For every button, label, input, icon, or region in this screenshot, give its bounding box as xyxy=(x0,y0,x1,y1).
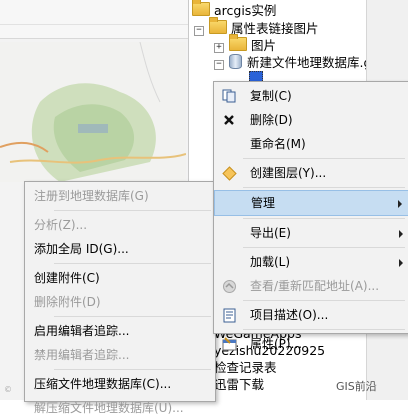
menu-item-register-geodatabase[interactable]: 注册到地理数据库(G) xyxy=(25,184,215,208)
menu-item-label: 复制(C) xyxy=(250,89,292,103)
tree-item-subfolder-label: 图片 xyxy=(251,38,277,53)
geocode-icon xyxy=(221,278,237,294)
properties-icon xyxy=(221,336,237,352)
menu-item-label: 分析(Z)... xyxy=(34,218,88,232)
menu-item-label: 添加全局 ID(G)... xyxy=(34,242,129,256)
submenu-arrow-icon xyxy=(399,230,403,238)
toolbar-divider xyxy=(0,24,188,25)
folder-icon xyxy=(229,34,247,51)
menu-separator xyxy=(243,158,405,159)
submenu-arrow-icon xyxy=(399,259,403,267)
menu-separator xyxy=(54,263,211,264)
menu-item-create-layer[interactable]: 创建图层(Y)... xyxy=(214,161,408,185)
delete-x-icon xyxy=(221,112,237,128)
menu-separator xyxy=(243,218,405,219)
menu-item-label: 删除(D) xyxy=(250,113,293,127)
menu-separator xyxy=(243,187,405,188)
copy-icon xyxy=(221,88,237,104)
menu-separator xyxy=(54,369,211,370)
menu-item-label: 项目描述(O)... xyxy=(250,308,329,322)
menu-item-load[interactable]: 加载(L) xyxy=(214,250,408,274)
tree-item-root-label: arcgis实例 xyxy=(214,3,277,18)
tree-item-root[interactable]: arcgis实例 xyxy=(192,0,277,19)
folder-icon xyxy=(209,17,227,34)
menu-separator xyxy=(243,329,405,330)
menu-item-label: 删除附件(D) xyxy=(34,295,101,309)
menu-item-label: 创建附件(C) xyxy=(34,271,100,285)
description-icon xyxy=(221,307,237,323)
menu-item-copy[interactable]: 复制(C) xyxy=(214,84,408,108)
tree-item-child-folder-label: 属性表链接图片 xyxy=(231,21,319,36)
menu-item-label: 注册到地理数据库(G) xyxy=(34,189,149,203)
menu-item-disable-editor-tracking[interactable]: 禁用编辑者追踪... xyxy=(25,343,215,367)
menu-item-delete[interactable]: 删除(D) xyxy=(214,108,408,132)
expand-icon[interactable]: + xyxy=(214,43,224,53)
map-toolbar-area xyxy=(0,0,188,39)
menu-item-rematch-addresses[interactable]: 查看/重新匹配地址(A)... xyxy=(214,274,408,298)
menu-separator xyxy=(243,247,405,248)
menu-item-create-attachments[interactable]: 创建附件(C) xyxy=(25,266,215,290)
manage-submenu: 注册到地理数据库(G) 分析(Z)... 添加全局 ID(G)... 创建附件(… xyxy=(24,181,216,415)
menu-item-label: 查看/重新匹配地址(A)... xyxy=(250,279,380,293)
menu-item-add-global-id[interactable]: 添加全局 ID(G)... xyxy=(25,237,215,261)
menu-separator xyxy=(243,300,405,301)
geodatabase-icon xyxy=(229,54,242,69)
menu-separator xyxy=(54,210,211,211)
tree-item-child-folder[interactable]: − 属性表链接图片 xyxy=(194,17,319,37)
menu-item-rename[interactable]: 重命名(M) xyxy=(214,132,408,156)
menu-item-label: 启用编辑者追踪... xyxy=(34,324,130,338)
map-canvas[interactable] xyxy=(0,42,186,182)
menu-item-delete-attachments[interactable]: 删除附件(D) xyxy=(25,290,215,314)
menu-item-enable-editor-tracking[interactable]: 启用编辑者追踪... xyxy=(25,319,215,343)
menu-item-label: 禁用编辑者追踪... xyxy=(34,348,130,362)
folder-icon xyxy=(192,0,210,16)
layer-diamond-icon xyxy=(221,165,237,181)
menu-item-label: 导出(E) xyxy=(250,226,291,240)
tree-item[interactable]: 检查记录表 xyxy=(214,359,366,376)
menu-item-compress-gdb[interactable]: 压缩文件地理数据库(C)... xyxy=(25,372,215,396)
tree-item-database-label: 新建文件地理数据库.g xyxy=(247,55,372,70)
menu-item-label: 管理 xyxy=(251,196,276,210)
menu-item-export[interactable]: 导出(E) xyxy=(214,221,408,245)
tree-item-database[interactable]: − 新建文件地理数据库.g xyxy=(214,54,371,71)
tree-item-subfolder[interactable]: + 图片 xyxy=(214,34,277,54)
collapse-icon[interactable]: − xyxy=(194,26,204,36)
menu-item-label: 创建图层(Y)... xyxy=(250,166,327,180)
collapse-icon[interactable]: − xyxy=(214,60,224,70)
menu-item-label: 加载(L) xyxy=(250,255,291,269)
menu-item-label: 重命名(M) xyxy=(250,137,306,151)
menu-item-manage[interactable]: 管理 xyxy=(214,190,408,216)
menu-item-analyze[interactable]: 分析(Z)... xyxy=(25,213,215,237)
menu-item-label: 压缩文件地理数据库(C)... xyxy=(34,377,172,391)
submenu-arrow-icon xyxy=(398,200,402,208)
menu-separator xyxy=(54,316,211,317)
watermark-left: © xyxy=(4,385,12,394)
menu-item-properties[interactable]: 属性(P)... xyxy=(214,332,408,356)
watermark-right: GIS前沿 xyxy=(336,380,377,393)
menu-item-label: 属性(P)... xyxy=(250,337,303,351)
context-menu: 复制(C) 删除(D) 重命名(M) 创建图层(Y)... 管理 导出(E) 加… xyxy=(213,81,408,351)
menu-item-item-description[interactable]: 项目描述(O)... xyxy=(214,303,408,327)
